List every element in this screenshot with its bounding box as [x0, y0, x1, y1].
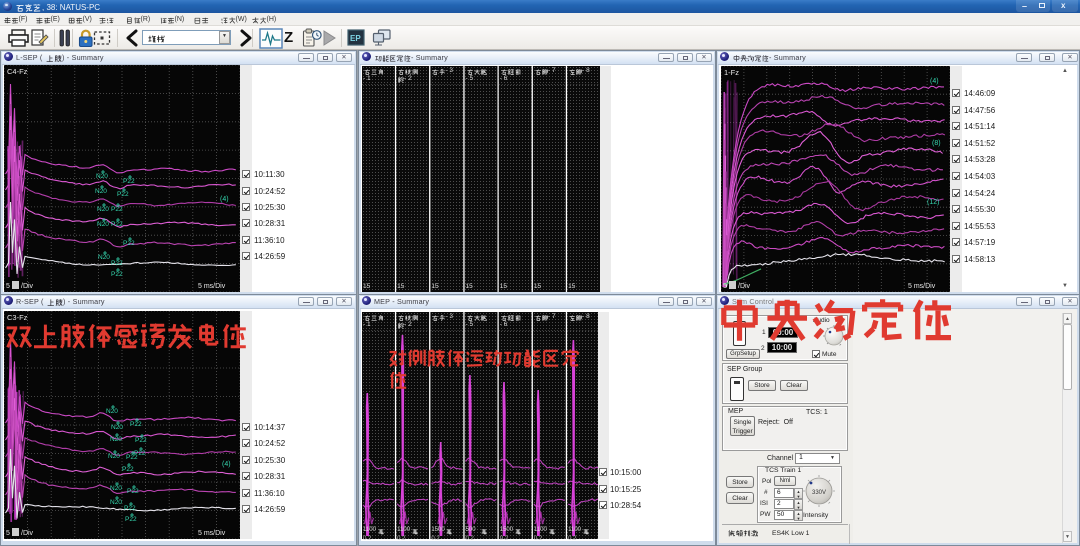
svg-text:C4-Fz: C4-Fz — [7, 67, 28, 76]
svg-text:5: 5 — [723, 283, 727, 290]
svg-text:P22: P22 — [111, 206, 123, 213]
svg-text:5 ms/Div: 5 ms/Div — [198, 530, 226, 537]
svg-text:N20: N20 — [96, 173, 108, 180]
svg-text:P22: P22 — [135, 437, 147, 444]
svg-text:EP: EP — [350, 34, 361, 43]
svg-text:P22: P22 — [130, 421, 142, 428]
svg-text:(4): (4) — [222, 461, 231, 468]
svg-text:N20: N20 — [110, 436, 122, 443]
svg-text:N20: N20 — [110, 499, 122, 506]
svg-text:P22: P22 — [127, 488, 139, 495]
svg-text:N20: N20 — [97, 206, 109, 213]
svg-text:5 ms/Div: 5 ms/Div — [198, 283, 226, 290]
svg-text:N20: N20 — [111, 424, 123, 431]
svg-text:5: 5 — [6, 283, 10, 290]
svg-text:P22: P22 — [111, 260, 123, 267]
svg-text:N20: N20 — [106, 408, 118, 415]
svg-text:(12): (12) — [927, 199, 939, 206]
svg-text:(8): (8) — [932, 140, 941, 147]
svg-text:P22: P22 — [117, 191, 129, 198]
svg-text:P22: P22 — [123, 178, 135, 185]
svg-text:P22: P22 — [123, 240, 135, 247]
svg-text:5: 5 — [6, 530, 10, 537]
svg-text:1-Fz: 1-Fz — [724, 68, 739, 77]
svg-text:P22: P22 — [124, 505, 136, 512]
svg-text:5 ms/Div: 5 ms/Div — [908, 283, 936, 290]
svg-text:N20: N20 — [97, 221, 109, 228]
svg-text:P22: P22 — [126, 454, 138, 461]
svg-text:P22: P22 — [111, 271, 123, 278]
svg-text:/Div: /Div — [738, 283, 751, 290]
svg-text:/Div: /Div — [21, 283, 34, 290]
svg-text:N20: N20 — [110, 485, 122, 492]
svg-text:/Div: /Div — [21, 530, 34, 537]
svg-text:N20: N20 — [108, 453, 120, 460]
svg-text:330V: 330V — [812, 490, 826, 496]
svg-text:(4): (4) — [930, 78, 939, 85]
svg-text:N20: N20 — [98, 254, 110, 261]
svg-text:(4): (4) — [220, 196, 229, 203]
svg-text:C3-Fz: C3-Fz — [7, 313, 28, 322]
svg-text:P22: P22 — [111, 221, 123, 228]
svg-text:N20: N20 — [95, 188, 107, 195]
svg-text:P22: P22 — [125, 516, 137, 523]
svg-text:P22: P22 — [122, 466, 134, 473]
